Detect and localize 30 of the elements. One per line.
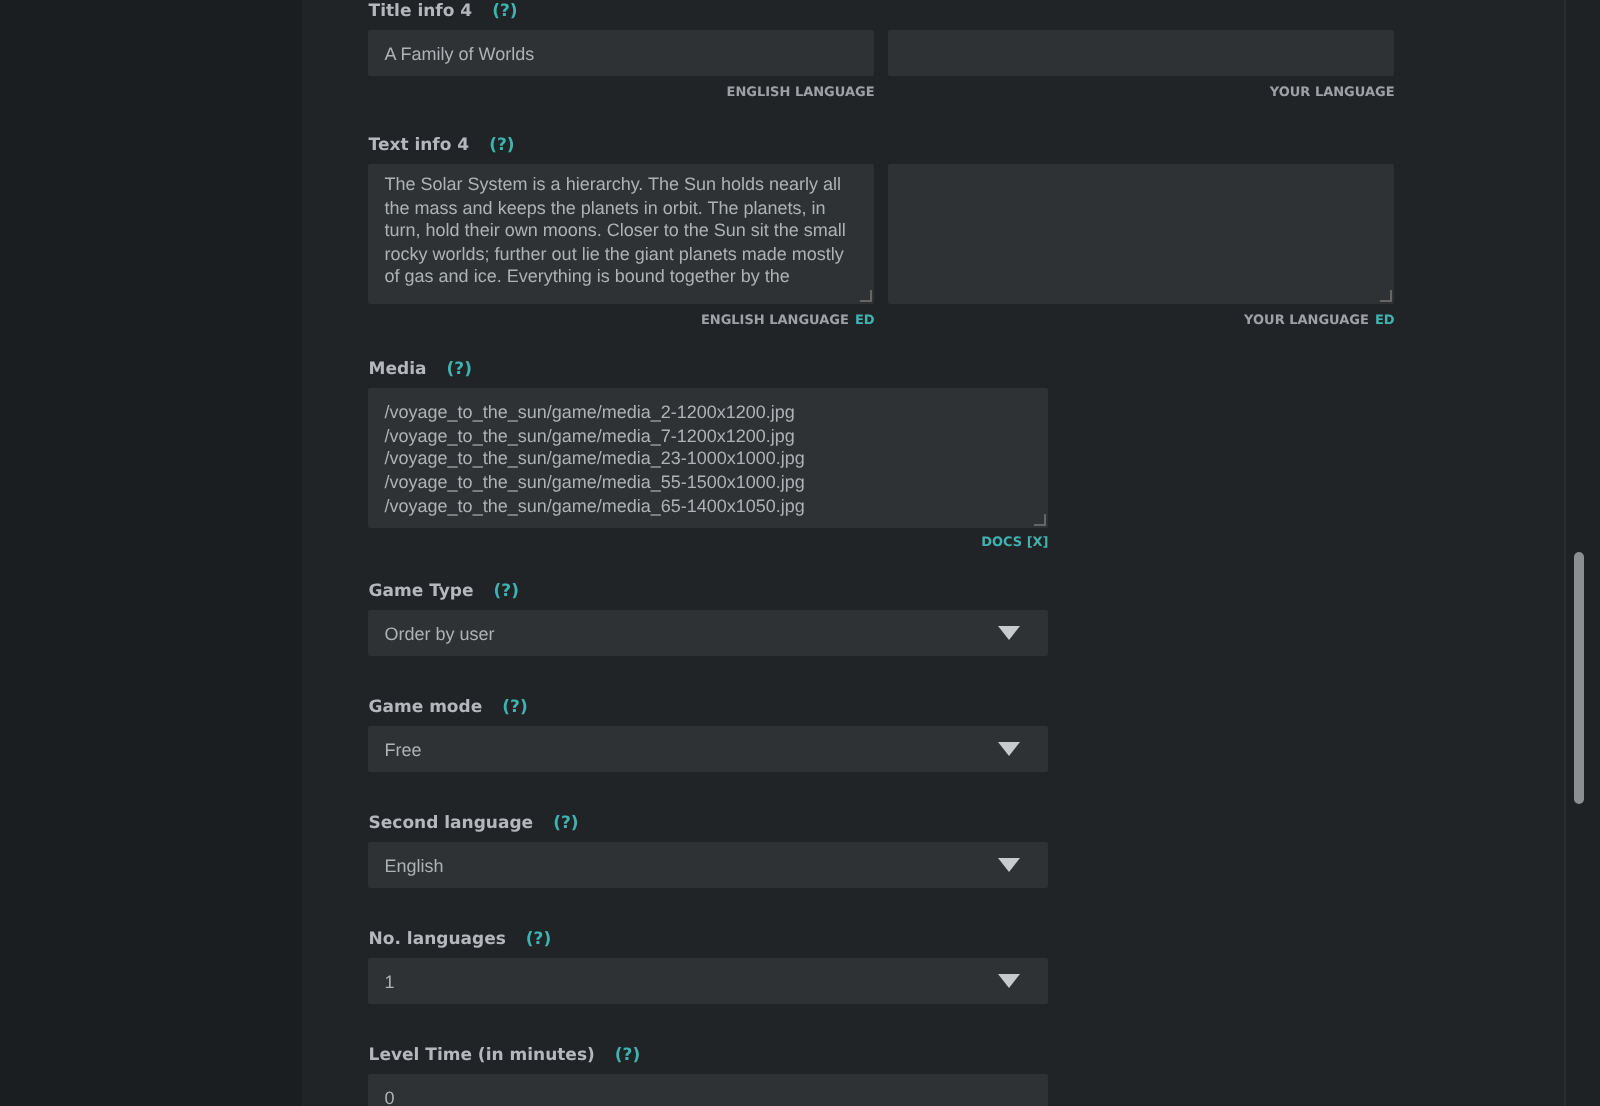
caret-icon: [998, 742, 1021, 756]
field-label: Second language: [368, 814, 534, 834]
dropdown[interactable]: 1: [368, 958, 1049, 1004]
caret-icon: [998, 858, 1021, 872]
input-field[interactable]: A Family of Worlds: [368, 30, 875, 76]
scrollbar-thumb[interactable]: [1573, 552, 1584, 804]
help-link[interactable]: (?): [614, 1046, 641, 1066]
text-area[interactable]: The Solar System is a hierarchy. The Sun holds nearly all the mass and keeps the planets in orbit. The planets, in turn, hold their own moons. Closer to the Sun sit the small rocky worlds; further out lie the giant planets made mostly of gas and ice. Everything is bound together by the: [368, 164, 875, 304]
help-link[interactable]: (?): [489, 136, 515, 156]
field-label: Level Time (in minutes): [368, 1046, 595, 1066]
field-label: Game Type: [368, 582, 474, 602]
field-label: Text info 4: [368, 136, 470, 156]
help-link[interactable]: (?): [492, 2, 518, 22]
help-link[interactable]: (?): [502, 698, 528, 718]
field-label: Media: [368, 360, 427, 380]
dropdown[interactable]: English: [368, 842, 1049, 888]
dropdown[interactable]: Order by user: [368, 610, 1049, 656]
help-link[interactable]: (?): [525, 930, 552, 950]
text-area[interactable]: /voyage_to_the_sun/game/media_2-1200x1200.jpg /voyage_to_the_sun/game/media_7-1200x1200.jpg /voyage_to_the_sun/game/media_23-1000x1000.jpg /voyage_to_the_sun/game/media_55-1500x1000.jpg /voyage_to_the_sun/game/media_65-1400x1050.jpg: [368, 388, 1049, 528]
dropdown[interactable]: Free: [368, 726, 1049, 772]
help-link[interactable]: (?): [493, 582, 519, 602]
input-field[interactable]: 0: [368, 1074, 1049, 1106]
caret-icon: [998, 626, 1021, 640]
help-link[interactable]: (?): [446, 360, 472, 380]
help-link[interactable]: (?): [553, 814, 579, 834]
caret-icon: [998, 974, 1021, 988]
field-label: No. languages: [368, 930, 506, 950]
field-label: Game mode: [368, 698, 483, 718]
field-label: Title info 4: [368, 2, 473, 22]
scrollbar[interactable]: [1563, 0, 1600, 1106]
